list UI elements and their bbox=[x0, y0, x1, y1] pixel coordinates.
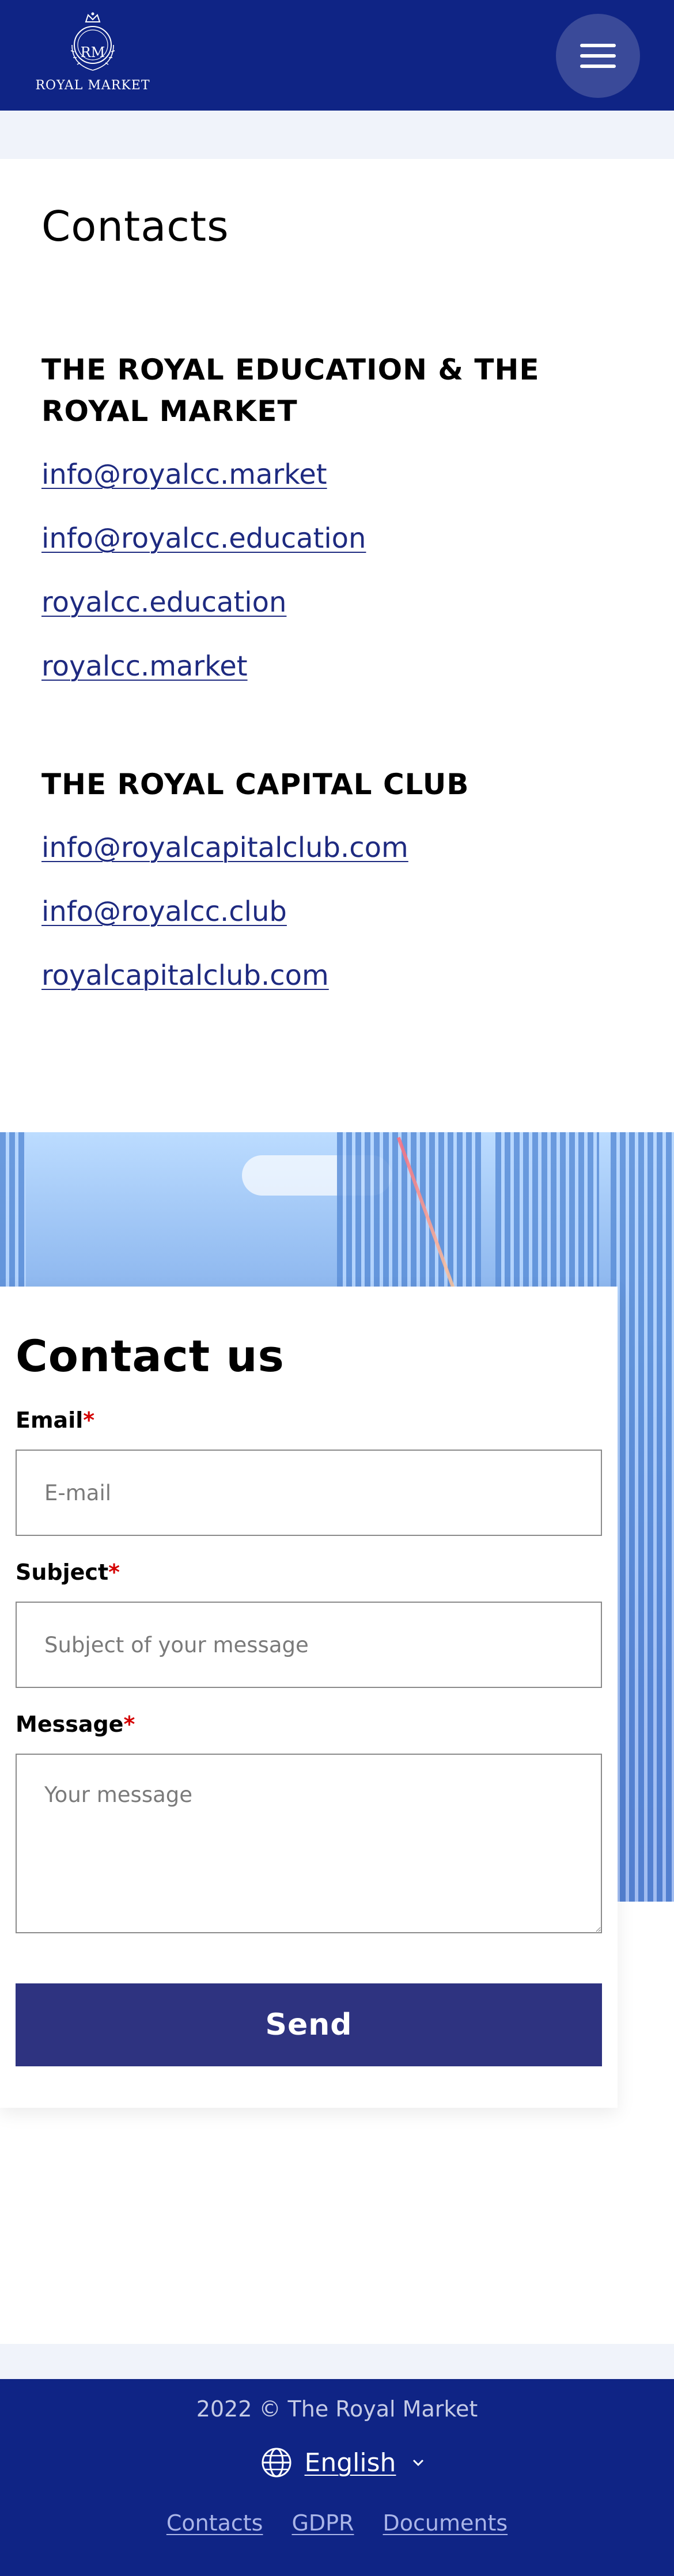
contact-group-title: THE ROYAL EDUCATION & THE ROYAL MARKET bbox=[41, 353, 540, 428]
subject-label: Subject* bbox=[16, 1560, 120, 1585]
email-label-text: Email bbox=[16, 1407, 84, 1433]
chevron-down-icon bbox=[412, 2459, 425, 2467]
form-title: Contact us bbox=[16, 1330, 285, 1382]
logo-text: ROYAL MARKET bbox=[35, 78, 150, 93]
logo-monogram: RM bbox=[80, 44, 105, 60]
contact-link-email-capitalclub[interactable]: info@royalcapitalclub.com bbox=[41, 832, 408, 864]
hamburger-icon-line bbox=[580, 65, 616, 68]
email-label: Email* bbox=[16, 1407, 94, 1433]
required-mark: * bbox=[108, 1560, 120, 1585]
page-title: Contacts bbox=[41, 202, 229, 251]
language-switcher[interactable]: English bbox=[259, 2442, 426, 2483]
footer-nav: Contacts GDPR Documents bbox=[0, 2510, 674, 2536]
send-button[interactable]: Send bbox=[16, 1983, 602, 2066]
site-footer: 2022 © The Royal Market English Contacts… bbox=[0, 2379, 674, 2576]
required-mark: * bbox=[83, 1407, 95, 1433]
message-field[interactable] bbox=[16, 1754, 602, 1933]
contact-link-site-capitalclub[interactable]: royalcapitalclub.com bbox=[41, 959, 329, 992]
logo[interactable]: RM ROYAL MARKET bbox=[32, 12, 153, 98]
footer-link-contacts[interactable]: Contacts bbox=[166, 2510, 263, 2536]
globe-icon bbox=[261, 2447, 292, 2478]
contact-form: Contact us Email* Subject* Message* Send bbox=[0, 1287, 618, 2108]
footer-link-documents[interactable]: Documents bbox=[383, 2510, 508, 2536]
footer-link-gdpr[interactable]: GDPR bbox=[291, 2510, 354, 2536]
message-label: Message* bbox=[16, 1712, 135, 1737]
contact-link-email-market[interactable]: info@royalcc.market bbox=[41, 458, 327, 491]
site-header: RM ROYAL MARKET bbox=[0, 0, 674, 111]
subject-field[interactable] bbox=[16, 1602, 602, 1688]
language-label: English bbox=[304, 2448, 396, 2478]
building-image bbox=[611, 1132, 674, 1902]
menu-button[interactable] bbox=[556, 14, 640, 98]
subject-label-text: Subject bbox=[16, 1560, 109, 1585]
hamburger-icon bbox=[580, 44, 616, 47]
email-field[interactable] bbox=[16, 1450, 602, 1536]
hamburger-icon-line bbox=[580, 54, 616, 58]
contact-link-email-education[interactable]: info@royalcc.education bbox=[41, 522, 366, 555]
contact-link-site-market[interactable]: royalcc.market bbox=[41, 650, 248, 682]
copyright-text: 2022 © The Royal Market bbox=[196, 2396, 478, 2422]
contact-group-title: THE ROYAL CAPITAL CLUB bbox=[41, 768, 469, 801]
contact-link-site-education[interactable]: royalcc.education bbox=[41, 586, 286, 619]
crown-crest-icon bbox=[70, 12, 115, 71]
message-label-text: Message bbox=[16, 1712, 124, 1737]
contacts-section: Contacts THE ROYAL EDUCATION & THE ROYAL… bbox=[0, 159, 674, 1132]
required-mark: * bbox=[123, 1712, 135, 1737]
contact-link-email-club[interactable]: info@royalcc.club bbox=[41, 896, 287, 928]
